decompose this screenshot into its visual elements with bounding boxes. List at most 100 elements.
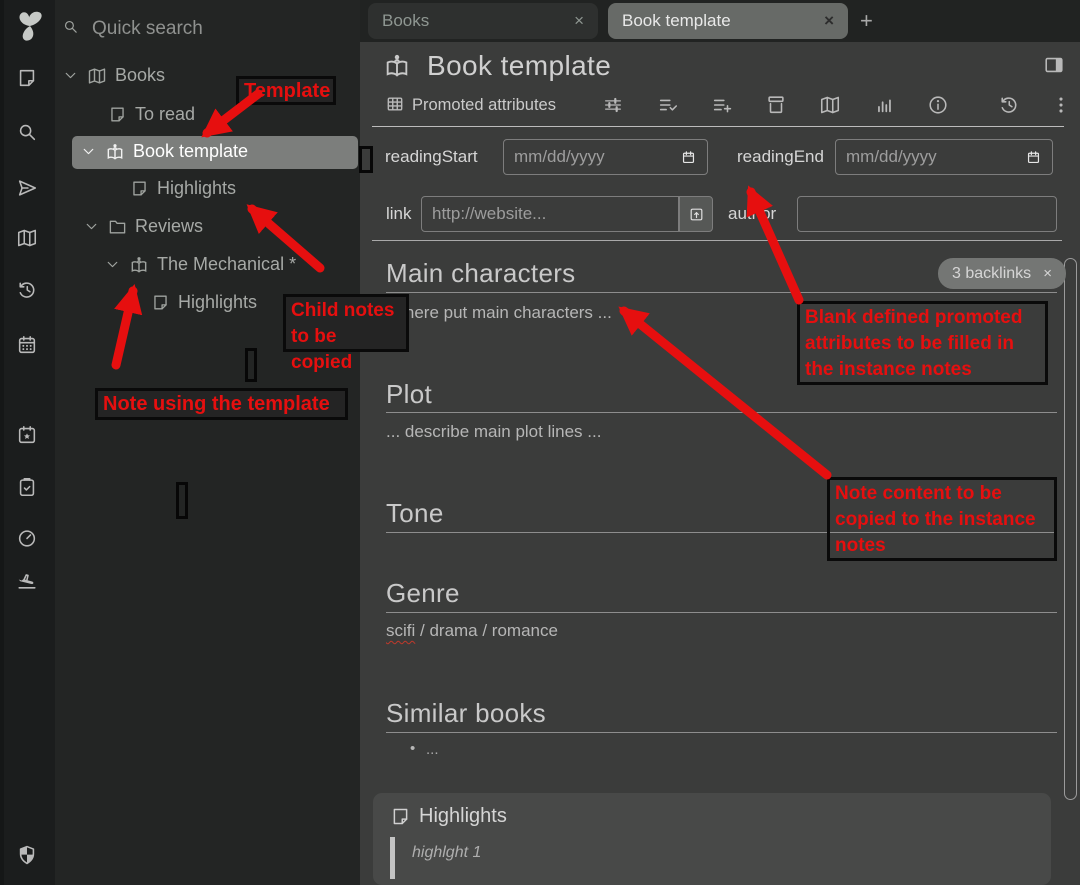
folder-icon bbox=[108, 217, 127, 236]
new-note-icon[interactable] bbox=[16, 67, 38, 89]
open-external-icon bbox=[688, 206, 705, 223]
annotation-box-child-notes: Child notes to be copied bbox=[283, 294, 409, 352]
tree-item-label: Reviews bbox=[135, 216, 203, 237]
calendar-picker-icon bbox=[1025, 149, 1042, 166]
dashboard-gauge-icon[interactable] bbox=[16, 527, 38, 549]
section-body-main-characters[interactable]: ... here put main characters ... bbox=[386, 303, 612, 323]
open-book-icon bbox=[87, 66, 107, 86]
tree-item-book-template[interactable]: Book template bbox=[80, 141, 248, 162]
tree-item-label: Book template bbox=[133, 141, 248, 162]
archive-box-icon[interactable] bbox=[765, 94, 787, 116]
ribbon-tab-promoted-attributes[interactable]: Promoted attributes bbox=[412, 96, 556, 115]
author-text-input[interactable] bbox=[797, 196, 1057, 232]
cursor-artifact bbox=[176, 482, 188, 519]
note-tree-panel: Quick search Books To read Book template… bbox=[55, 0, 360, 885]
calendar-picker-icon bbox=[680, 149, 697, 166]
tree-item-to-read[interactable]: To read bbox=[108, 104, 195, 125]
book-properties-icon[interactable] bbox=[819, 94, 841, 116]
attributes-divider bbox=[372, 240, 1062, 241]
tab-label: Book template bbox=[622, 11, 731, 31]
search-icon[interactable] bbox=[16, 121, 38, 143]
tree-item-the-mechanical[interactable]: The Mechanical * bbox=[104, 254, 296, 275]
bullet-item[interactable]: ... bbox=[426, 741, 439, 758]
ribbon-divider bbox=[372, 126, 1064, 127]
bar-chart-icon[interactable] bbox=[873, 94, 895, 116]
tasks-clipboard-check-icon[interactable] bbox=[16, 476, 38, 498]
annotation-box-note-using-template: Note using the template bbox=[95, 388, 348, 420]
included-note-quote: highlght 1 bbox=[412, 844, 481, 862]
blockquote-bar bbox=[390, 837, 395, 879]
promoted-attributes-grid-icon[interactable] bbox=[385, 94, 405, 114]
tree-item-label: Books bbox=[115, 65, 165, 86]
cursor-artifact bbox=[359, 146, 373, 173]
list-check-icon[interactable] bbox=[657, 94, 679, 116]
included-note-title[interactable]: Highlights bbox=[419, 805, 507, 828]
tab-close-icon[interactable]: × bbox=[564, 11, 584, 31]
backlinks-badge: 3 backlinks × bbox=[938, 258, 1066, 289]
section-heading-similar-books: Similar books bbox=[386, 698, 546, 729]
note-map-icon[interactable] bbox=[16, 227, 38, 249]
note-title[interactable]: Book template bbox=[427, 50, 611, 82]
readingEnd-date-input[interactable]: mm/dd/yyyy bbox=[835, 139, 1053, 175]
section-heading-tone: Tone bbox=[386, 498, 444, 529]
open-link-button[interactable] bbox=[679, 196, 713, 232]
list-plus-icon[interactable] bbox=[711, 94, 733, 116]
field-label-link: link bbox=[386, 204, 412, 224]
split-pane-icon[interactable] bbox=[1043, 54, 1065, 76]
tree-item-reviews[interactable]: Reviews bbox=[83, 216, 203, 237]
new-tab-button[interactable]: + bbox=[860, 8, 873, 34]
kebab-menu-icon[interactable] bbox=[1050, 94, 1072, 116]
scrollbar-thumb[interactable] bbox=[1064, 258, 1077, 800]
note-icon bbox=[151, 293, 170, 312]
tree-item-label: The Mechanical * bbox=[157, 254, 296, 275]
app-window: Quick search Books To read Book template… bbox=[0, 0, 1080, 885]
trilium-logo-icon[interactable] bbox=[11, 7, 49, 45]
annotation-box-template: Template bbox=[236, 76, 336, 105]
bullet-glyph: • bbox=[410, 740, 415, 757]
tree-item-books[interactable]: Books bbox=[62, 65, 165, 86]
main-area: Books × Book template × + Book template … bbox=[360, 0, 1080, 885]
note-detail-panel: Book template Promoted attributes bbox=[360, 42, 1080, 885]
protected-session-shield-icon[interactable] bbox=[16, 844, 38, 866]
readingStart-date-input[interactable]: mm/dd/yyyy bbox=[503, 139, 708, 175]
jump-to-note-icon[interactable] bbox=[16, 177, 38, 199]
note-icon bbox=[390, 806, 411, 827]
note-title-book-template-icon bbox=[383, 52, 411, 80]
calendar-icon[interactable] bbox=[16, 334, 38, 356]
quick-search-input[interactable]: Quick search bbox=[92, 18, 203, 40]
note-history-icon[interactable] bbox=[998, 94, 1020, 116]
tree-item-highlights-2[interactable]: Highlights bbox=[151, 292, 257, 313]
tab-books[interactable]: Books × bbox=[368, 3, 598, 39]
tab-close-icon[interactable]: × bbox=[814, 11, 834, 31]
note-icon bbox=[130, 179, 149, 198]
tree-item-label: To read bbox=[135, 104, 195, 125]
recent-changes-icon[interactable] bbox=[16, 279, 38, 301]
backlinks-close-icon[interactable]: × bbox=[1043, 265, 1052, 282]
annotation-box-blank-attributes: Blank defined promoted attributes to be … bbox=[797, 301, 1048, 385]
tab-book-template[interactable]: Book template × bbox=[608, 3, 848, 39]
sliders-icon[interactable] bbox=[602, 94, 624, 116]
info-icon[interactable] bbox=[927, 94, 949, 116]
tree-item-highlights[interactable]: Highlights bbox=[130, 178, 236, 199]
travel-plane-icon[interactable] bbox=[16, 569, 38, 591]
section-heading-plot: Plot bbox=[386, 379, 432, 410]
chevron-down-icon bbox=[80, 143, 97, 160]
section-heading-genre: Genre bbox=[386, 578, 460, 609]
events-calendar-star-icon[interactable] bbox=[16, 424, 38, 446]
chevron-down-icon bbox=[83, 218, 100, 235]
quick-search-icon[interactable] bbox=[62, 18, 79, 35]
launcher-bar bbox=[0, 0, 55, 885]
link-url-input[interactable]: http://website... bbox=[421, 196, 679, 232]
section-body-genre[interactable]: scifi / drama / romance bbox=[386, 621, 558, 641]
window-edge bbox=[0, 0, 4, 885]
note-icon bbox=[108, 105, 127, 124]
misspelled-word: scifi bbox=[386, 621, 415, 640]
book-template-icon bbox=[105, 142, 125, 162]
tab-label: Books bbox=[382, 11, 429, 31]
tree-item-label: Highlights bbox=[157, 178, 236, 199]
section-body-plot[interactable]: ... describe main plot lines ... bbox=[386, 422, 601, 442]
field-label-readingEnd: readingEnd bbox=[737, 147, 824, 167]
field-label-author: author bbox=[728, 204, 776, 224]
chevron-down-icon bbox=[62, 67, 79, 84]
tree-item-label: Highlights bbox=[178, 292, 257, 313]
